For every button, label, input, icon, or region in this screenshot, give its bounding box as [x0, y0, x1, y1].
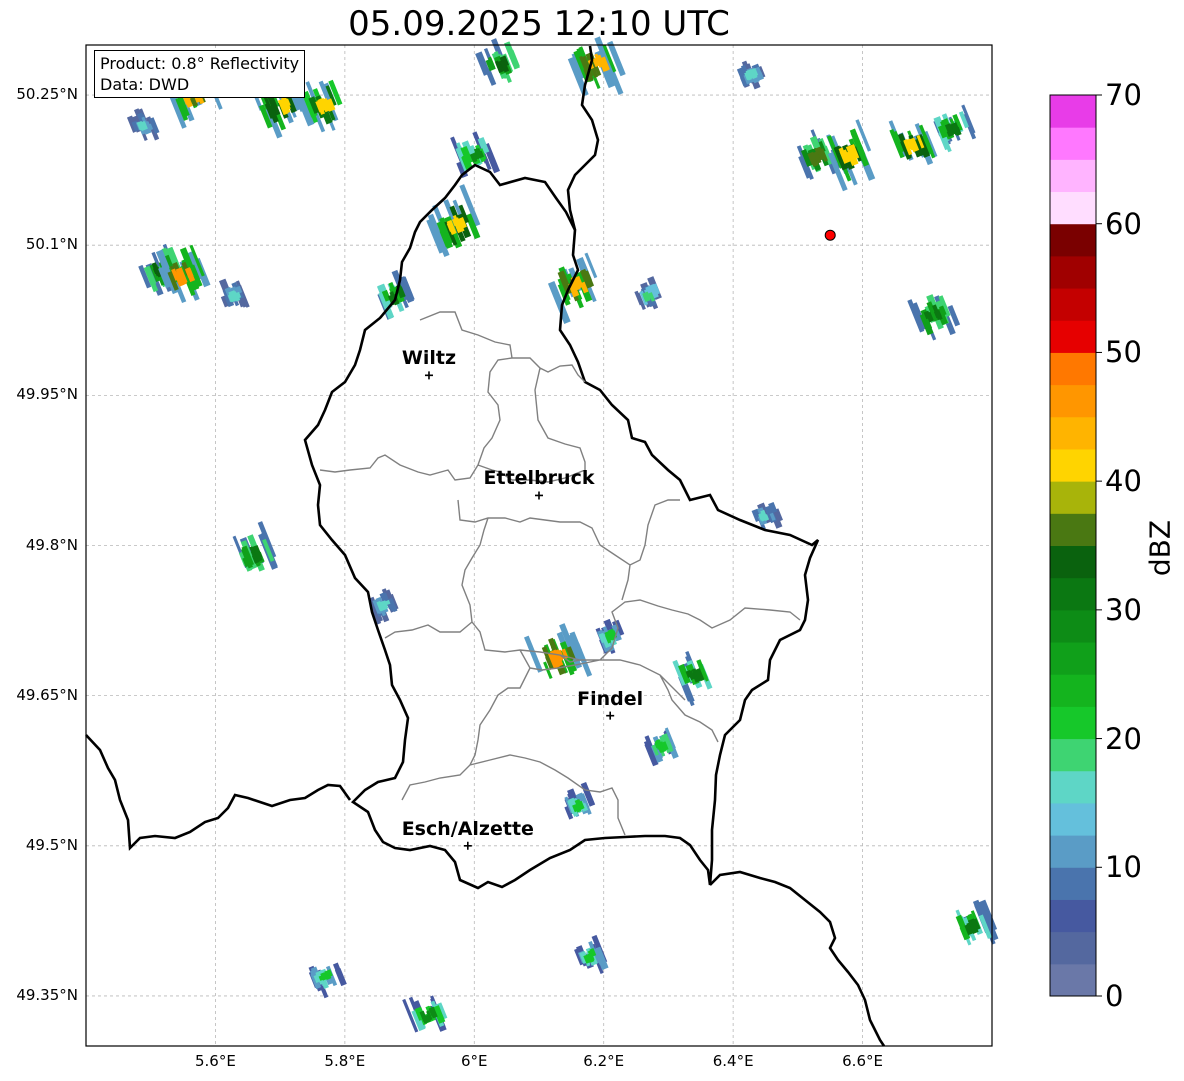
colorbar-swatch [1050, 223, 1096, 257]
colorbar-tick-label: 20 [1105, 721, 1142, 756]
lon-tick-label: 6.2°E [583, 1052, 625, 1070]
reflectivity-cell [368, 588, 399, 625]
colorbar-label: dBZ [1143, 519, 1177, 577]
reflectivity-cell [308, 962, 347, 999]
colorbar [1049, 94, 1102, 997]
colorbar-swatch [1050, 127, 1096, 160]
country-border-southeast [709, 870, 886, 1047]
city-marker [535, 491, 543, 500]
colorbar-swatch [1050, 577, 1096, 611]
reflectivity-cell [232, 521, 278, 572]
coordinate-grid [86, 45, 992, 1046]
colorbar-tick-label: 30 [1105, 592, 1142, 627]
colorbar-tick-label: 10 [1105, 850, 1142, 885]
colorbar-swatch [1050, 867, 1096, 900]
colorbar-swatch [1050, 706, 1096, 740]
colorbar-swatch [1050, 738, 1096, 772]
colorbar-tick-label: 70 [1105, 78, 1142, 112]
colorbar-swatch [1050, 384, 1096, 418]
reflectivity-cell [402, 995, 448, 1033]
lon-tick-label: 5.8°E [324, 1052, 366, 1070]
product-info-box: Product: 0.8° Reflectivity Data: DWD [94, 50, 306, 98]
colorbar-tick-label: 50 [1105, 335, 1142, 370]
colorbar-swatch [1050, 513, 1096, 546]
colorbar-swatch [1050, 352, 1096, 386]
reflectivity-cell [826, 119, 876, 192]
colorbar-swatch [1050, 802, 1096, 836]
reflectivity-cell [643, 727, 679, 767]
colorbar-tick-label: 0 [1105, 979, 1124, 1013]
lon-tick-label: 6.4°E [712, 1052, 754, 1070]
colorbar-swatch [1050, 448, 1096, 482]
reflectivity-layer [126, 36, 999, 1033]
colorbar-swatch [1050, 255, 1096, 289]
colorbar-swatch [1050, 899, 1096, 933]
reflectivity-cell [933, 104, 977, 153]
city-label: Wiltz [401, 347, 457, 370]
reflectivity-cell [672, 650, 713, 707]
reflectivity-cell [888, 120, 938, 166]
country-border-southwest [85, 734, 352, 851]
colorbar-swatch [1050, 545, 1096, 579]
colorbar-swatch [1050, 416, 1096, 450]
reflectivity-cell [736, 60, 766, 90]
reflectivity-cell [218, 278, 250, 308]
lat-tick-label: 49.35°N [16, 985, 78, 1004]
colorbar-swatch [1050, 674, 1096, 707]
admin-borders [85, 45, 886, 1047]
lat-tick-label: 49.8°N [25, 535, 78, 554]
lon-tick-label: 6.6°E [842, 1052, 883, 1070]
radar-map [85, 36, 1102, 1047]
reflectivity-cell [126, 108, 160, 141]
colorbar-swatch [1050, 642, 1096, 675]
city-marker [424, 371, 433, 380]
city-label: Findel [577, 687, 644, 710]
colorbar-tick-label: 60 [1105, 206, 1142, 241]
colorbar-swatch [1050, 95, 1096, 128]
colorbar-swatch [1050, 609, 1096, 643]
reflectivity-cell [595, 618, 625, 654]
lat-tick-label: 49.5°N [25, 835, 78, 854]
colorbar-swatch [1050, 159, 1096, 193]
data-source-label: Data: DWD [100, 75, 190, 94]
lat-tick-label: 50.25°N [16, 85, 78, 104]
city-label: Esch/Alzette [401, 817, 534, 840]
colorbar-swatch [1050, 191, 1096, 225]
city-marker [463, 841, 472, 850]
lat-tick-label: 49.95°N [16, 385, 78, 404]
lat-tick-label: 49.65°N [16, 685, 78, 704]
canton-borders [319, 311, 801, 836]
city-label: Ettelbruck [483, 467, 595, 490]
product-label: Product: 0.8° Reflectivity [100, 54, 300, 73]
reflectivity-cell [450, 131, 500, 178]
reflectivity-cell [634, 276, 662, 310]
lat-tick-label: 50.1°N [25, 235, 78, 254]
colorbar-swatch [1050, 835, 1096, 868]
colorbar-swatch [1050, 320, 1096, 353]
colorbar-swatch [1050, 481, 1096, 514]
lon-tick-label: 6°E [461, 1052, 488, 1070]
colorbar-tick-label: 40 [1105, 464, 1142, 499]
reflectivity-cell [907, 294, 961, 341]
colorbar-swatch [1050, 931, 1096, 965]
lon-tick-label: 5.6°E [195, 1052, 236, 1070]
colorbar-swatch [1050, 963, 1096, 997]
colorbar-swatch [1050, 288, 1096, 321]
radar-site-marker [824, 229, 836, 241]
city-markers [424, 371, 615, 850]
reflectivity-cell [547, 252, 598, 324]
reflectivity-cell [564, 781, 596, 820]
city-marker [606, 711, 615, 720]
reflectivity-cell [426, 184, 481, 257]
colorbar-swatch [1050, 770, 1096, 804]
